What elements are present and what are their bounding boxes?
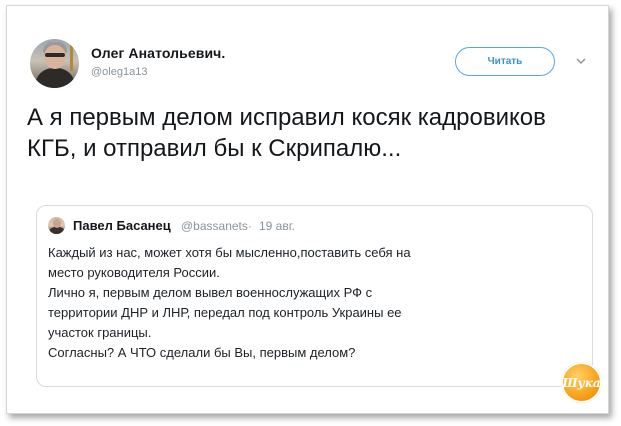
tweet-text: А я первым делом исправил косяк кадровик…	[27, 104, 546, 162]
quoted-text-line: территории ДНР и ЛНР, передал под контро…	[48, 305, 402, 320]
quoted-tweet[interactable]: Павел Басанец @bassanets · 19 авг. Кажды…	[36, 205, 593, 387]
quoted-text-line: Каждый из нас, может хотя бы мысленно,по…	[48, 245, 411, 260]
chevron-down-icon[interactable]	[576, 56, 586, 66]
quoted-text-line: Согласны? А ЧТО сделали бы Вы, первым де…	[48, 345, 356, 360]
author-name[interactable]: Олег Анатольевич.	[91, 45, 225, 61]
quoted-tweet-text: Каждый из нас, может хотя бы мысленно,по…	[48, 243, 568, 363]
quoted-author-name[interactable]: Павел Басанец	[73, 218, 171, 233]
watermark-logo: Шука	[561, 362, 602, 403]
follow-button[interactable]: Читать	[455, 47, 555, 76]
quoted-text-line: Лично я, первым делом вывел военнослужащ…	[48, 285, 373, 300]
quoted-author-avatar[interactable]	[48, 217, 65, 234]
quoted-text-line: место руководителя России.	[48, 265, 220, 280]
quoted-text-line: участок границы.	[48, 325, 152, 340]
author-avatar[interactable]	[30, 39, 79, 88]
quoted-tweet-date[interactable]: 19 авг.	[259, 219, 295, 233]
author-handle[interactable]: @oleg1a13	[91, 66, 147, 78]
quoted-author-handle[interactable]: @bassanets	[181, 219, 248, 233]
meta-separator: ·	[248, 219, 252, 233]
